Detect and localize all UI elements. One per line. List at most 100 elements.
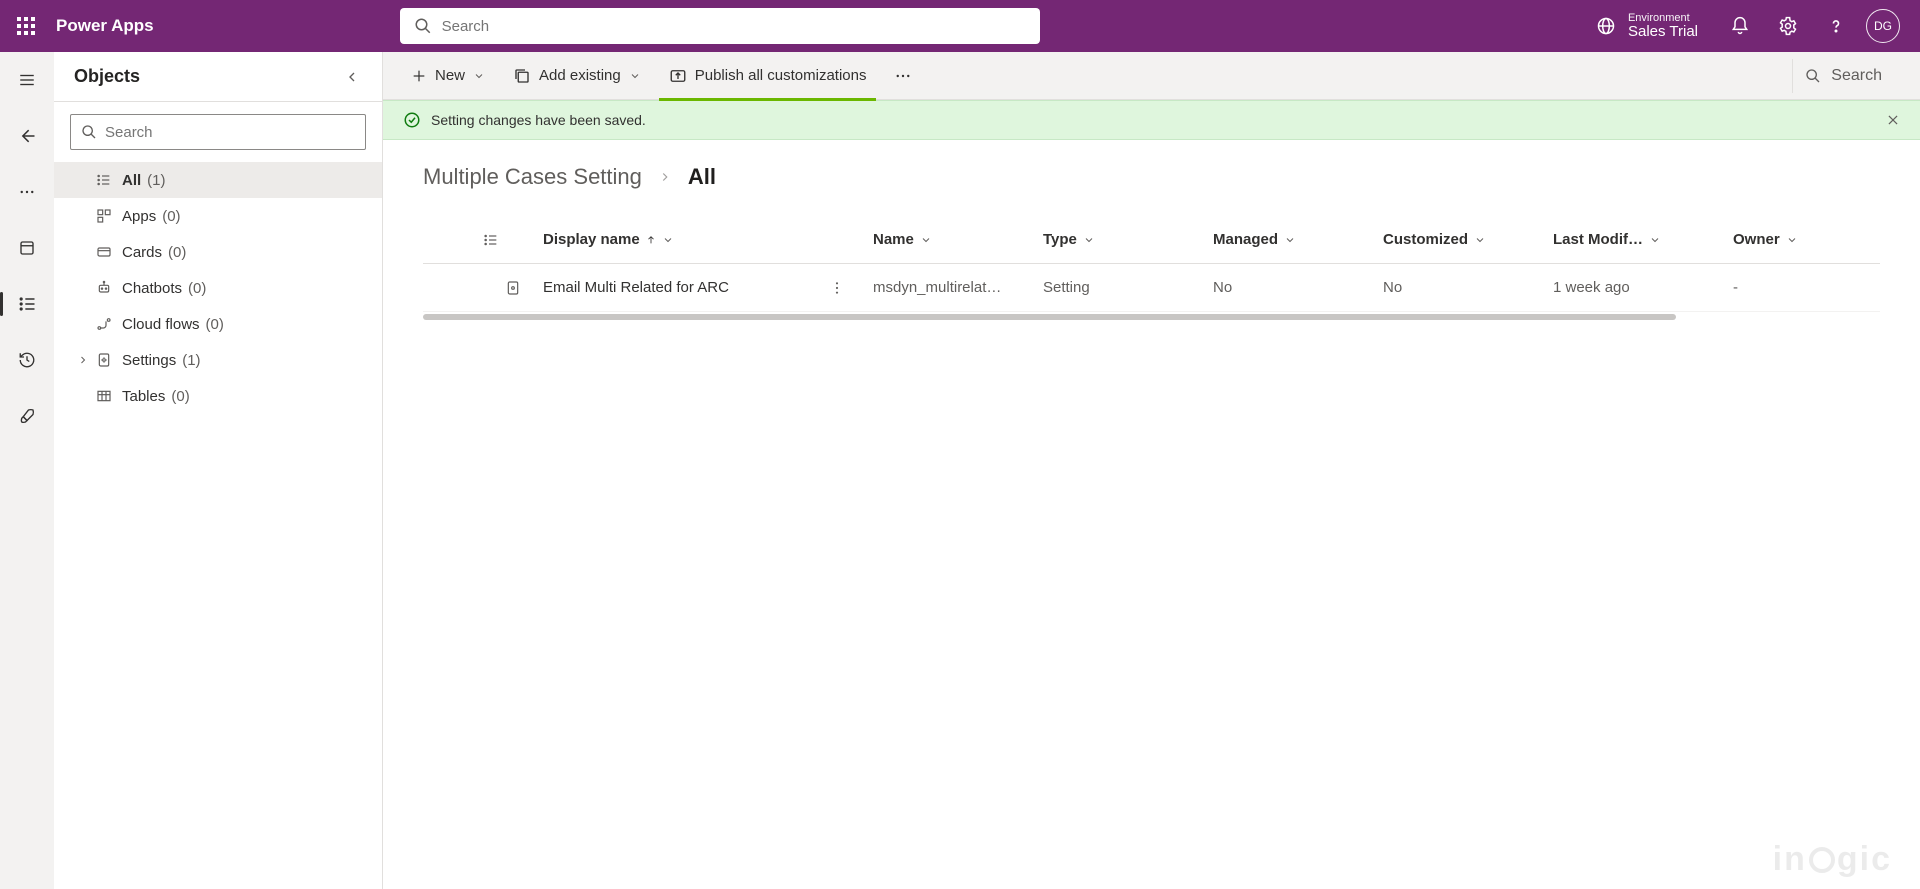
table-row[interactable]: Email Multi Related for ARC msdyn_multir… [423,264,1880,312]
rail-back[interactable] [0,118,54,154]
add-existing-icon [513,67,531,85]
more-vertical-icon [829,280,845,296]
column-label: Name [873,231,914,248]
column-header-display-name[interactable]: Display name [543,231,873,248]
components-table: Display name Name Type Managed [423,216,1880,320]
global-search-input[interactable] [442,18,1026,35]
tree-item-tables[interactable]: Tables (0) [54,378,382,414]
objects-tree: All (1) Apps (0) Cards (0) Chatbots (0) [54,162,382,414]
card-icon [92,244,116,260]
expand-toggle[interactable] [74,354,92,366]
notifications-button[interactable] [1716,0,1764,52]
row-customized: No [1383,279,1553,296]
tree-item-label: Apps [122,208,156,225]
back-arrow-icon [17,126,37,146]
chevron-down-icon [920,234,932,246]
tree-item-chatbots[interactable]: Chatbots (0) [54,270,382,306]
global-search[interactable] [400,8,1040,44]
bell-icon [1730,16,1750,36]
new-button[interactable]: New [401,57,495,95]
new-button-label: New [435,67,465,84]
search-icon [1805,68,1821,84]
chevron-down-icon [1284,234,1296,246]
app-name-label: Power Apps [56,16,154,36]
chevron-right-icon [658,170,672,184]
row-type: Setting [1043,279,1213,296]
history-icon [18,351,36,369]
list-icon [92,172,116,188]
rail-history[interactable] [0,342,54,378]
rail-pipelines[interactable] [0,398,54,434]
content-search[interactable]: Search [1792,59,1902,93]
chevron-down-icon [1474,234,1486,246]
app-launcher-button[interactable] [0,0,52,52]
chevron-left-icon [344,69,360,85]
breadcrumb-parent[interactable]: Multiple Cases Setting [423,164,642,190]
sort-asc-icon [646,235,656,245]
tree-item-count: (0) [171,388,189,405]
rail-more[interactable] [0,174,54,210]
objects-panel: Objects All (1) Apps [54,52,383,889]
banner-close-button[interactable] [1886,113,1900,127]
environment-picker[interactable]: Environment Sales Trial [1578,0,1716,52]
tree-item-label: Cloud flows [122,316,200,333]
horizontal-scrollbar[interactable] [423,314,1676,320]
globe-icon [1596,16,1616,36]
user-avatar[interactable]: DG [1866,9,1900,43]
help-button[interactable] [1812,0,1860,52]
tree-item-apps[interactable]: Apps (0) [54,198,382,234]
tree-item-cards[interactable]: Cards (0) [54,234,382,270]
column-header-name[interactable]: Name [873,231,1043,248]
breadcrumb-current: All [688,164,716,190]
column-label: Owner [1733,231,1780,248]
tree-item-settings[interactable]: Settings (1) [54,342,382,378]
rail-overview[interactable] [0,230,54,266]
tree-item-count: (1) [182,352,200,369]
row-context-menu-button[interactable] [829,280,873,296]
column-header-type-icon[interactable] [483,232,543,248]
column-header-type[interactable]: Type [1043,231,1213,248]
row-last-modified: 1 week ago [1553,279,1733,296]
settings-doc-icon [92,352,116,368]
rail-objects[interactable] [0,286,54,322]
column-label: Display name [543,231,640,248]
tree-item-all[interactable]: All (1) [54,162,382,198]
gear-icon [1778,16,1798,36]
objects-list-icon [17,294,37,314]
table-header-row: Display name Name Type Managed [423,216,1880,264]
more-horizontal-icon [18,183,36,201]
publish-icon [669,67,687,85]
column-header-customized[interactable]: Customized [1383,231,1553,248]
column-header-managed[interactable]: Managed [1213,231,1383,248]
chevron-down-icon [473,70,485,82]
search-icon [414,17,432,35]
chevron-down-icon [1083,234,1095,246]
chevron-down-icon [1786,234,1798,246]
flow-icon [92,316,116,332]
add-existing-button[interactable]: Add existing [503,57,651,95]
publish-all-button[interactable]: Publish all customizations [659,57,877,95]
settings-button[interactable] [1764,0,1812,52]
objects-search[interactable] [70,114,366,150]
column-header-owner[interactable]: Owner [1733,231,1853,248]
environment-name: Sales Trial [1628,24,1698,41]
more-horizontal-icon [894,67,912,85]
objects-search-input[interactable] [105,124,355,141]
objects-panel-title: Objects [74,66,140,87]
tree-item-count: (0) [162,208,180,225]
rocket-icon [18,407,36,425]
tree-item-cloud-flows[interactable]: Cloud flows (0) [54,306,382,342]
overflow-button[interactable] [884,57,922,95]
question-icon [1826,16,1846,36]
row-display-name[interactable]: Email Multi Related for ARC [543,279,729,296]
tree-item-label: All [122,172,141,189]
chevron-down-icon [629,70,641,82]
command-bar: New Add existing Publish all customizati… [383,52,1920,100]
collapse-panel-button[interactable] [336,61,368,93]
setting-type-icon [483,280,543,296]
column-header-last-modified[interactable]: Last Modif… [1553,231,1733,248]
close-icon [1886,113,1900,127]
check-circle-icon [403,111,421,129]
rail-hamburger[interactable] [0,62,54,98]
column-label: Last Modif… [1553,231,1643,248]
